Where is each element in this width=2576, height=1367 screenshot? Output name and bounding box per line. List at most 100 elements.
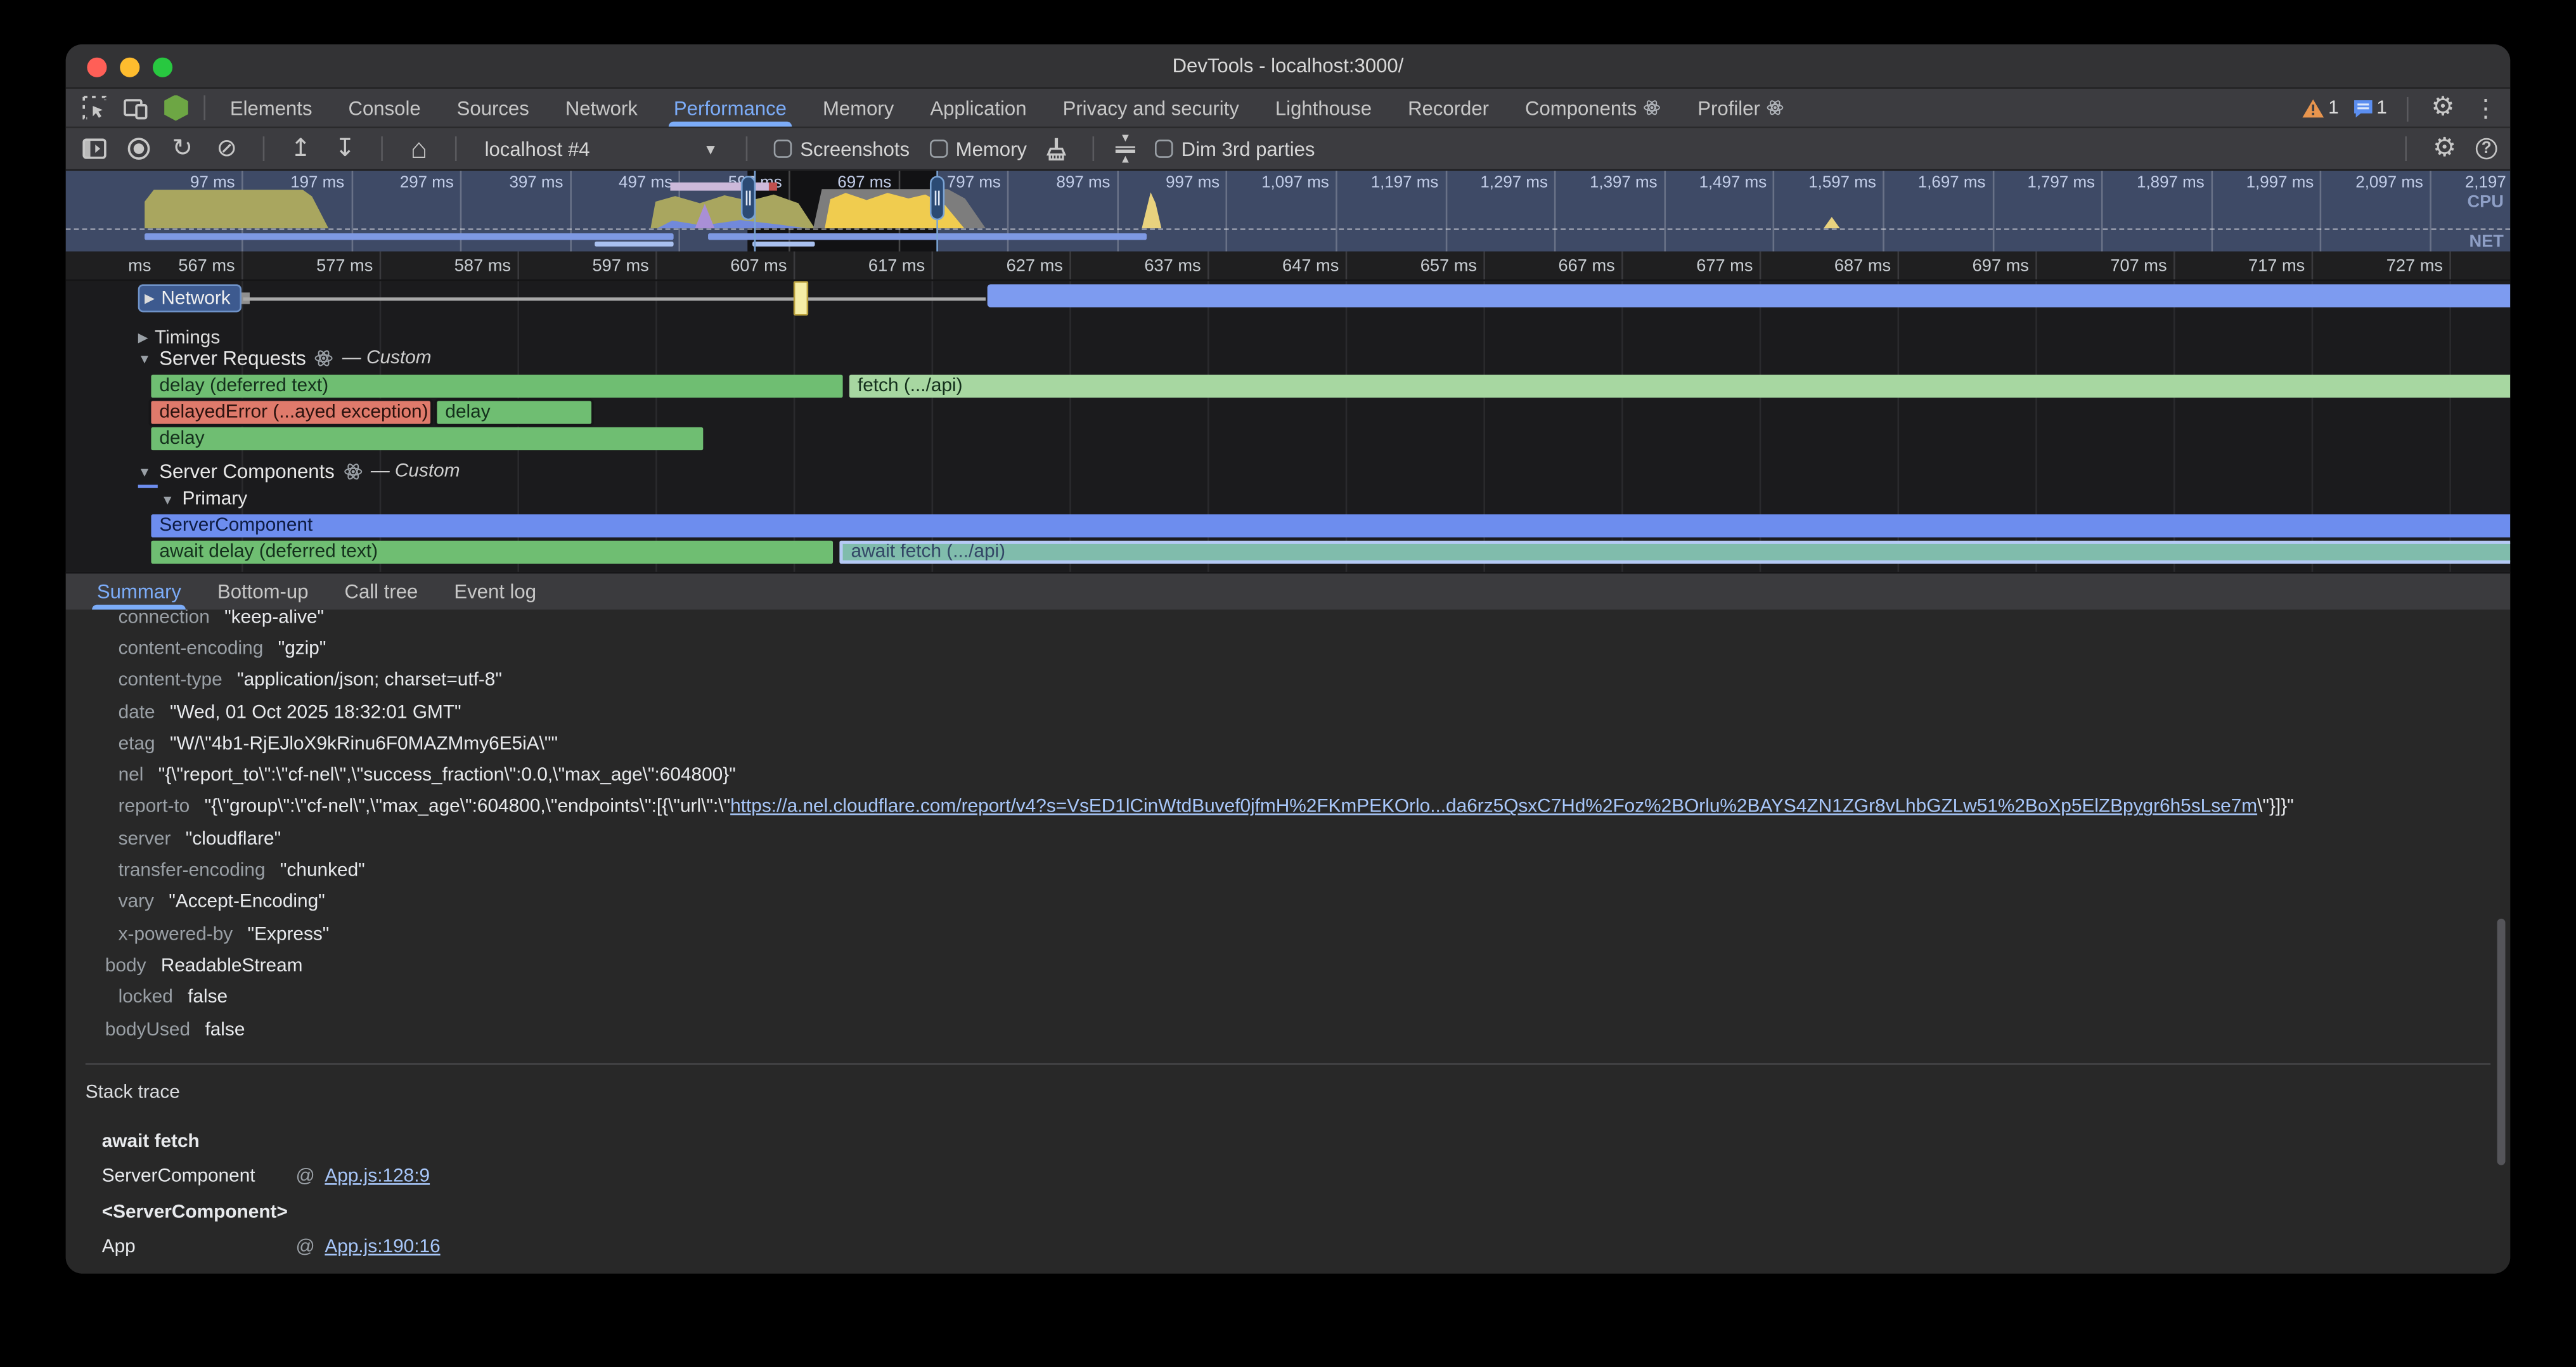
- tab-profiler[interactable]: Profiler: [1680, 89, 1803, 127]
- window-title: DevTools - localhost:3000/: [1173, 55, 1404, 77]
- network-request-block-yellow[interactable]: [794, 281, 808, 315]
- header-row-server: server"cloudflare": [86, 824, 2510, 855]
- issues-badge[interactable]: 1: [2352, 99, 2386, 119]
- extension-hexagon-icon[interactable]: [161, 93, 191, 122]
- ruler-time-label: 567 ms: [120, 256, 235, 276]
- load-profile-icon[interactable]: ↥: [286, 134, 316, 164]
- tab-summary[interactable]: Summary: [79, 574, 199, 610]
- tab-console[interactable]: Console: [330, 89, 439, 127]
- titlebar: DevTools - localhost:3000/: [66, 44, 2511, 89]
- tab-call-tree[interactable]: Call tree: [326, 574, 436, 610]
- screenshots-checkbox-group[interactable]: Screenshots: [774, 137, 910, 160]
- timeline-event-bar[interactable]: delay (deferred text): [151, 375, 842, 398]
- source-location-link[interactable]: App.js:190:16: [325, 1237, 440, 1257]
- overview-time-label: 497 ms: [570, 174, 673, 193]
- tab-privacy-and-security[interactable]: Privacy and security: [1045, 89, 1257, 127]
- timeline-event-bar[interactable]: fetch (.../api): [849, 375, 2510, 398]
- server-components-header[interactable]: ▼ Server Components — Custom: [138, 460, 460, 483]
- server-requests-header[interactable]: ▼ Server Requests — Custom: [138, 347, 432, 370]
- tab-recorder[interactable]: Recorder: [1390, 89, 1507, 127]
- cpu-activity-shape: [1142, 192, 1161, 228]
- timeline-event-bar[interactable]: await fetch (.../api): [839, 541, 2510, 564]
- timeline-event-bar[interactable]: ServerComponent: [151, 514, 2510, 537]
- timeline-event-bar[interactable]: delay: [437, 401, 591, 424]
- network-request-bar-blue[interactable]: [988, 284, 2511, 307]
- warning-icon: [2302, 99, 2325, 119]
- message-bubble-icon: [2352, 99, 2373, 119]
- tab-bottom-up[interactable]: Bottom-up: [199, 574, 326, 610]
- warnings-badge[interactable]: 1: [2302, 99, 2339, 119]
- primary-subtrack-header[interactable]: ▼ Primary: [161, 489, 247, 509]
- tab-application[interactable]: Application: [912, 89, 1045, 127]
- collapse-sanity-icon[interactable]: ▼▲: [1116, 133, 1135, 165]
- timeline-event-bar[interactable]: await delay (deferred text): [151, 541, 833, 564]
- screenshots-checkbox[interactable]: [774, 139, 792, 158]
- network-track[interactable]: ▶ Network: [66, 283, 2511, 316]
- header-row-nel: nel"{\"report_to\":\"cf-nel\",\"success_…: [86, 760, 2510, 792]
- timeline-overview[interactable]: 97 ms197 ms297 ms397 ms497 ms597 ms697 m…: [66, 171, 2511, 252]
- ruler-time-label: 637 ms: [1086, 256, 1201, 276]
- home-icon[interactable]: ⌂: [404, 134, 434, 164]
- tab-lighthouse[interactable]: Lighthouse: [1257, 89, 1389, 127]
- tab-sources[interactable]: Sources: [439, 89, 547, 127]
- tab-elements[interactable]: Elements: [212, 89, 330, 127]
- device-toolbar-icon[interactable]: [120, 93, 150, 122]
- garbage-collect-brush-icon[interactable]: [1041, 134, 1071, 164]
- stack-frame: <ServerComponent>: [86, 1196, 2510, 1230]
- header-row-transfer-encoding: transfer-encoding"chunked": [86, 855, 2510, 887]
- timeline-event-bar[interactable]: delay: [151, 427, 703, 450]
- dim-3rd-parties-checkbox-group[interactable]: Dim 3rd parties: [1155, 137, 1315, 160]
- kebab-menu-icon[interactable]: ⋮: [2471, 94, 2501, 124]
- ruler-time-label: 617 ms: [810, 256, 925, 276]
- performance-toolbar: ↻ ⊘ ↥ ↧ ⌂ localhost #4 ▼ Screenshots Mem…: [66, 128, 2511, 171]
- overview-time-label: 1,897 ms: [2103, 174, 2205, 193]
- selection-right-handle[interactable]: [930, 176, 944, 220]
- tab-performance[interactable]: Performance: [655, 89, 804, 127]
- tab-components[interactable]: Components: [1507, 89, 1680, 127]
- help-icon[interactable]: ?: [2476, 138, 2497, 160]
- flame-chart[interactable]: ▶ Network ▶Timings ▼ Server Requests — C…: [66, 281, 2511, 572]
- timeline-ruler[interactable]: ms567 ms577 ms587 ms597 ms607 ms617 ms62…: [66, 252, 2511, 282]
- net-lane-label: NET: [2469, 231, 2503, 251]
- capture-settings-gear-icon[interactable]: ⚙: [2430, 134, 2459, 164]
- zoom-window-button[interactable]: [153, 56, 172, 76]
- ruler-time-label: 577 ms: [258, 256, 373, 276]
- tab-memory[interactable]: Memory: [804, 89, 911, 127]
- ruler-time-label: 607 ms: [672, 256, 787, 276]
- overview-time-label: 297 ms: [352, 174, 454, 193]
- network-request-line[interactable]: [243, 297, 986, 300]
- cpu-activity-shape: [1824, 217, 1840, 228]
- timings-track[interactable]: ▶Timings: [66, 320, 2511, 350]
- history-dropdown[interactable]: localhost #4 ▼: [478, 137, 724, 160]
- memory-checkbox[interactable]: [929, 139, 948, 158]
- header-row-connection: connection"keep-alive": [86, 610, 2510, 633]
- overview-time-label: 1,197 ms: [1337, 174, 1439, 193]
- minimize-window-button[interactable]: [120, 56, 139, 76]
- stack-trace-title: Stack trace: [86, 1083, 2510, 1103]
- toggle-sidebar-icon[interactable]: [79, 134, 108, 164]
- save-profile-icon[interactable]: ↧: [330, 134, 360, 164]
- close-window-button[interactable]: [87, 56, 106, 76]
- overview-time-label: 397 ms: [461, 174, 564, 193]
- overview-time-label: 1,797 ms: [1993, 174, 2095, 193]
- ruler-time-label: 647 ms: [1224, 256, 1339, 276]
- header-row-report-to: report-to"{\"group\":\"cf-nel\",\"max_ag…: [86, 792, 2510, 824]
- tab-network[interactable]: Network: [547, 89, 655, 127]
- summary-pane[interactable]: connection"keep-alive"content-encoding"g…: [66, 610, 2511, 1274]
- report-to-url-link[interactable]: https://a.nel.cloudflare.com/report/v4?s…: [730, 798, 2257, 817]
- record-button[interactable]: [123, 134, 153, 164]
- source-location-link[interactable]: App.js:128:9: [325, 1167, 430, 1186]
- inspect-element-icon[interactable]: [79, 93, 108, 122]
- settings-gear-icon[interactable]: ⚙: [2428, 94, 2458, 124]
- reload-record-button[interactable]: ↻: [167, 134, 197, 164]
- selection-left-handle[interactable]: [741, 176, 756, 220]
- tab-event-log[interactable]: Event log: [436, 574, 555, 610]
- net-activity-segment: [752, 241, 815, 247]
- ruler-time-label: 717 ms: [2190, 256, 2305, 276]
- network-track-label[interactable]: ▶ Network: [138, 284, 242, 312]
- scrollbar-thumb[interactable]: [2497, 919, 2506, 1165]
- dim-3rd-parties-checkbox[interactable]: [1155, 139, 1173, 158]
- timeline-event-bar[interactable]: delayedError (...ayed exception): [151, 401, 430, 424]
- memory-checkbox-group[interactable]: Memory: [929, 137, 1027, 160]
- clear-button[interactable]: ⊘: [212, 134, 242, 164]
